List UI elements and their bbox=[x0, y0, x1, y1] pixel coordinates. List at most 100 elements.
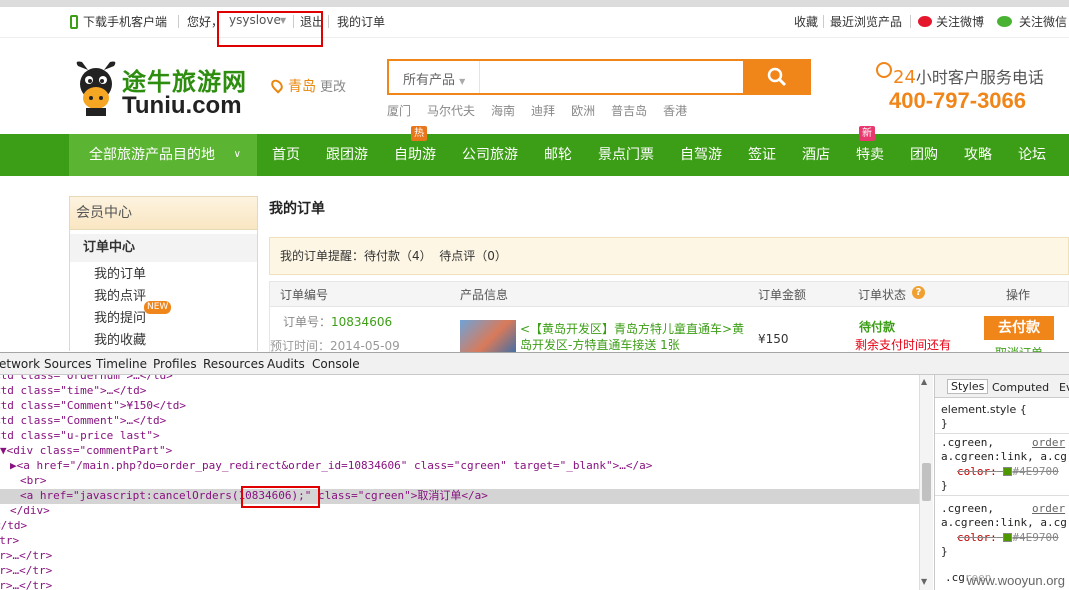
tab-styles[interactable]: Styles bbox=[947, 379, 989, 394]
sidebar-item-my-favorites[interactable]: 我的收藏 bbox=[94, 329, 146, 348]
dom-line-selected[interactable]: <a href="javascript:cancelOrders(1083460… bbox=[0, 489, 919, 504]
follow-weibo-link[interactable]: 关注微博 bbox=[936, 13, 984, 30]
product-title-line1[interactable]: <【黄岛开发区】青岛方特儿童直通车>黄 bbox=[520, 320, 744, 337]
nav-item-forum[interactable]: 论坛 bbox=[1018, 134, 1046, 176]
pending-review-link[interactable]: 待点评（0） bbox=[439, 249, 507, 263]
hot-keyword[interactable]: 迪拜 bbox=[531, 104, 555, 118]
favorites-link[interactable]: 收藏 bbox=[794, 13, 818, 30]
dom-line[interactable]: ▶<a href="/main.php?do=order_pay_redirec… bbox=[10, 459, 652, 474]
rule-selector[interactable]: .cgreen, bbox=[941, 502, 994, 515]
order-status: 待付款 bbox=[859, 320, 896, 334]
color-value: #4E9700 bbox=[1012, 531, 1059, 544]
color-property[interactable]: color: #4E9700 bbox=[957, 465, 1059, 478]
weibo-icon bbox=[918, 16, 932, 27]
order-no-cell: 订单号：10834606 bbox=[283, 313, 392, 330]
all-destinations-label: 全部旅游产品目的地 bbox=[89, 147, 215, 163]
nav-item-cruise[interactable]: 邮轮 bbox=[544, 134, 572, 176]
order-no-link[interactable]: 10834606 bbox=[331, 315, 392, 329]
tab-event-listeners[interactable]: Ev bbox=[1059, 381, 1069, 394]
all-destinations-menu[interactable]: 全部旅游产品目的地 ∨ bbox=[69, 134, 257, 176]
pay-button[interactable]: 去付款 bbox=[984, 316, 1054, 340]
follow-wechat-link[interactable]: 关注微信 bbox=[1019, 13, 1067, 30]
change-city-link[interactable]: 更改 bbox=[320, 80, 346, 95]
nav-item-visa[interactable]: 签证 bbox=[748, 134, 776, 176]
page-title: 我的订单 bbox=[269, 201, 325, 217]
tab-network[interactable]: Network bbox=[0, 357, 40, 371]
tab-resources[interactable]: Resources bbox=[203, 357, 264, 371]
scrollbar-thumb[interactable] bbox=[922, 463, 931, 501]
search-box: 所有产品 ▼ bbox=[387, 59, 811, 95]
dom-line[interactable]: <tr>…</tr> bbox=[0, 549, 52, 564]
order-id-highlight-box bbox=[241, 486, 320, 508]
hot-keyword[interactable]: 普吉岛 bbox=[611, 104, 647, 118]
rule-selector[interactable]: a.cgreen:link, a.cg bbox=[941, 450, 1067, 463]
dom-line[interactable]: <tr>…</tr> bbox=[0, 564, 52, 579]
hot-keyword[interactable]: 欧洲 bbox=[571, 104, 595, 118]
hot-keyword[interactable]: 厦门 bbox=[387, 104, 411, 118]
search-button[interactable] bbox=[743, 59, 811, 95]
orders-table-header: 订单编号 产品信息 订单金额 订单状态 ? 操作 bbox=[269, 281, 1069, 307]
recent-products-link[interactable]: 最近浏览产品 bbox=[830, 13, 902, 30]
nav-item-group-tour[interactable]: 跟团游 bbox=[326, 134, 368, 176]
dom-line[interactable]: </td> bbox=[0, 519, 27, 534]
rule-source-link[interactable]: order bbox=[1032, 502, 1065, 515]
nav-item-company-tour[interactable]: 公司旅游 bbox=[462, 134, 518, 176]
reminder-label: 我的订单提醒： bbox=[280, 249, 365, 263]
rule-selector[interactable]: .cgreen, bbox=[941, 436, 994, 449]
color-property[interactable]: color: #4E9700 bbox=[957, 531, 1059, 544]
devtools-panel: Network Sources Timeline Profiles Resour… bbox=[0, 352, 1069, 590]
search-category-select[interactable]: 所有产品 ▼ bbox=[403, 69, 465, 88]
col-order-no: 订单编号 bbox=[280, 288, 329, 302]
dom-line[interactable]: <br> bbox=[20, 474, 47, 489]
dom-scrollbar[interactable]: ▲ ▼ bbox=[919, 375, 933, 590]
my-orders-link[interactable]: 我的订单 bbox=[337, 13, 385, 30]
dom-line[interactable]: <td class="Comment">¥150</td> bbox=[0, 399, 186, 414]
nav-item-self-drive[interactable]: 自驾游 bbox=[680, 134, 722, 176]
color-value: #4E9700 bbox=[1012, 465, 1059, 478]
order-price: ¥150 bbox=[758, 332, 789, 346]
city-selector[interactable]: 青岛 更改 bbox=[268, 76, 346, 96]
nav-item-hotel[interactable]: 酒店 bbox=[802, 134, 830, 176]
dom-line[interactable]: ▼<div class="commentPart"> bbox=[0, 444, 172, 459]
hot-keyword[interactable]: 海南 bbox=[491, 104, 515, 118]
nav-item-guide[interactable]: 攻略 bbox=[964, 134, 992, 176]
nav-item-tickets[interactable]: 景点门票 bbox=[598, 134, 654, 176]
help-icon[interactable]: ? bbox=[912, 286, 925, 299]
sidebar-item-my-reviews[interactable]: 我的点评 bbox=[94, 285, 146, 304]
sun-icon bbox=[876, 62, 892, 78]
rule-selector[interactable]: a.cgreen:link, a.cg bbox=[941, 516, 1067, 529]
dom-line[interactable]: </div> bbox=[10, 504, 50, 519]
nav-item-home[interactable]: 首页 bbox=[272, 134, 300, 176]
dom-tree: <td class="ordernum">…</td> <td class="t… bbox=[0, 375, 919, 590]
product-thumbnail[interactable] bbox=[460, 320, 516, 352]
dom-line[interactable]: </tr> bbox=[0, 534, 19, 549]
app-download-link[interactable]: 下载手机客户端 bbox=[83, 13, 167, 30]
pending-payment-link[interactable]: 待付款（4） bbox=[364, 249, 432, 263]
dom-line[interactable]: <td class="Comment">…</td> bbox=[0, 414, 166, 429]
service-phone: 400-797-3066 bbox=[889, 88, 1027, 113]
element-style-rule[interactable]: element.style { bbox=[941, 403, 1027, 416]
color-prop-name: color: bbox=[957, 531, 997, 544]
sidebar-item-my-questions[interactable]: 我的提问 bbox=[94, 307, 146, 326]
tab-audits[interactable]: Audits bbox=[267, 357, 305, 371]
tuniu-cow-logo-icon[interactable] bbox=[74, 58, 118, 118]
service-hotline-label: 24小时客户服务电话 bbox=[893, 64, 1044, 88]
hot-keyword[interactable]: 香港 bbox=[663, 104, 687, 118]
nav-item-groupbuy[interactable]: 团购 bbox=[910, 134, 938, 176]
sidebar-item-my-orders[interactable]: 我的订单 bbox=[94, 263, 146, 282]
logo-text-en[interactable]: Tuniu.com bbox=[122, 92, 242, 120]
hot-keyword[interactable]: 马尔代夫 bbox=[427, 104, 475, 118]
dom-line[interactable]: <td class="u-price last"> bbox=[0, 429, 160, 444]
cancel-order-link[interactable]: 取消订单 bbox=[995, 344, 1043, 352]
search-input[interactable] bbox=[485, 63, 735, 91]
rule-source-link[interactable]: order bbox=[1032, 436, 1065, 449]
tab-computed[interactable]: Computed bbox=[992, 381, 1049, 394]
dom-line[interactable]: <td class="ordernum">…</td> bbox=[0, 375, 173, 384]
product-title-line2[interactable]: 岛开发区-方特直通车接送 1张 bbox=[520, 336, 680, 352]
dom-line[interactable]: <tr>…</tr> bbox=[0, 579, 52, 590]
dom-line[interactable]: <td class="time">…</td> bbox=[0, 384, 146, 399]
tab-sources[interactable]: Sources bbox=[44, 357, 91, 371]
tab-timeline[interactable]: Timeline bbox=[96, 357, 147, 371]
tab-console[interactable]: Console bbox=[312, 357, 360, 371]
tab-profiles[interactable]: Profiles bbox=[153, 357, 197, 371]
